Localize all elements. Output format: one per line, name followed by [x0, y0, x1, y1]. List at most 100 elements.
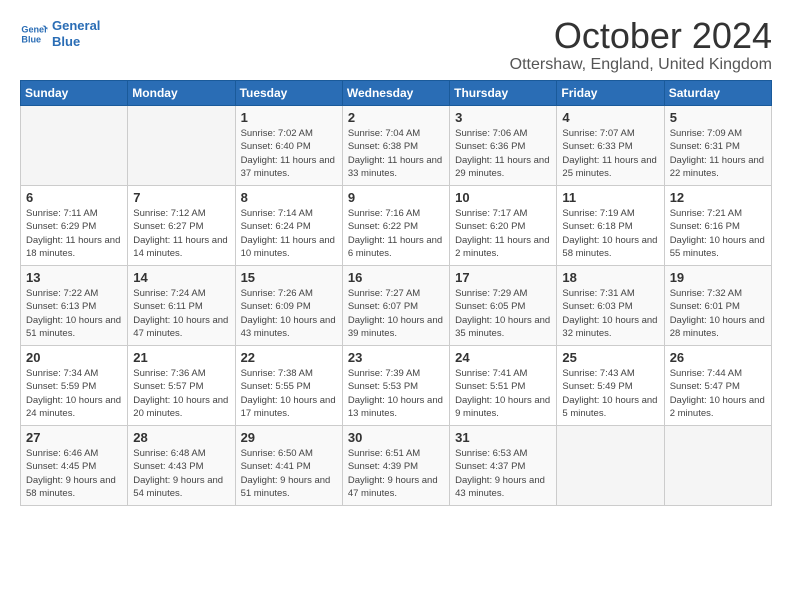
title-block: October 2024 Ottershaw, England, United … [510, 18, 772, 74]
calendar-cell [128, 106, 235, 186]
day-number: 7 [133, 190, 229, 205]
day-number: 12 [670, 190, 766, 205]
page: General Blue General Blue October 2024 O… [0, 0, 792, 516]
cell-info: Sunrise: 7:07 AMSunset: 6:33 PMDaylight:… [562, 127, 658, 180]
calendar-cell: 17 Sunrise: 7:29 AMSunset: 6:05 PMDayligh… [450, 266, 557, 346]
cell-info: Sunrise: 7:21 AMSunset: 6:16 PMDaylight:… [670, 207, 766, 260]
cell-info: Sunrise: 7:34 AMSunset: 5:59 PMDaylight:… [26, 367, 122, 420]
calendar-cell: 20 Sunrise: 7:34 AMSunset: 5:59 PMDayligh… [21, 346, 128, 426]
cell-info: Sunrise: 7:17 AMSunset: 6:20 PMDaylight:… [455, 207, 551, 260]
calendar-cell: 25Sunrise: 7:43 AMSunset: 5:49 PMDayligh… [557, 346, 664, 426]
calendar-cell: 1Sunrise: 7:02 AMSunset: 6:40 PMDaylight… [235, 106, 342, 186]
calendar-cell: 21Sunrise: 7:36 AMSunset: 5:57 PMDayligh… [128, 346, 235, 426]
day-number: 1 [241, 110, 337, 125]
day-number: 14 [133, 270, 229, 285]
cell-info: Sunrise: 6:51 AMSunset: 4:39 PMDaylight:… [348, 447, 444, 500]
calendar-cell: 7 Sunrise: 7:12 AMSunset: 6:27 PMDaylight… [128, 186, 235, 266]
calendar-cell: 30 Sunrise: 6:51 AMSunset: 4:39 PMDayligh… [342, 426, 449, 506]
day-number: 21 [133, 350, 229, 365]
calendar-cell: 22 Sunrise: 7:38 AMSunset: 5:55 PMDayligh… [235, 346, 342, 426]
calendar-cell: 4 Sunrise: 7:07 AMSunset: 6:33 PMDaylight… [557, 106, 664, 186]
day-number: 8 [241, 190, 337, 205]
calendar-cell: 15 Sunrise: 7:26 AMSunset: 6:09 PMDayligh… [235, 266, 342, 346]
calendar-cell: 2 Sunrise: 7:04 AMSunset: 6:38 PMDaylight… [342, 106, 449, 186]
calendar-cell: 24 Sunrise: 7:41 AMSunset: 5:51 PMDayligh… [450, 346, 557, 426]
week-row-2: 6Sunrise: 7:11 AMSunset: 6:29 PMDaylight… [21, 186, 772, 266]
column-header-friday: Friday [557, 81, 664, 106]
logo: General Blue General Blue [20, 18, 100, 49]
cell-info: Sunrise: 7:26 AMSunset: 6:09 PMDaylight:… [241, 287, 337, 340]
calendar-cell: 19 Sunrise: 7:32 AMSunset: 6:01 PMDayligh… [664, 266, 771, 346]
cell-info: Sunrise: 6:53 AMSunset: 4:37 PMDaylight:… [455, 447, 551, 500]
calendar-cell: 3 Sunrise: 7:06 AMSunset: 6:36 PMDaylight… [450, 106, 557, 186]
cell-info: Sunrise: 7:38 AMSunset: 5:55 PMDaylight:… [241, 367, 337, 420]
cell-info: Sunrise: 7:09 AMSunset: 6:31 PMDaylight:… [670, 127, 766, 180]
cell-info: Sunrise: 6:48 AMSunset: 4:43 PMDaylight:… [133, 447, 229, 500]
calendar-cell: 23 Sunrise: 7:39 AMSunset: 5:53 PMDayligh… [342, 346, 449, 426]
column-header-sunday: Sunday [21, 81, 128, 106]
column-header-thursday: Thursday [450, 81, 557, 106]
day-number: 18 [562, 270, 658, 285]
day-number: 15 [241, 270, 337, 285]
day-number: 2 [348, 110, 444, 125]
calendar-cell: 14 Sunrise: 7:24 AMSunset: 6:11 PMDayligh… [128, 266, 235, 346]
column-header-monday: Monday [128, 81, 235, 106]
calendar-cell: 28Sunrise: 6:48 AMSunset: 4:43 PMDayligh… [128, 426, 235, 506]
column-header-wednesday: Wednesday [342, 81, 449, 106]
week-row-4: 20 Sunrise: 7:34 AMSunset: 5:59 PMDayligh… [21, 346, 772, 426]
cell-info: Sunrise: 7:27 AMSunset: 6:07 PMDaylight:… [348, 287, 444, 340]
calendar-cell [664, 426, 771, 506]
day-number: 27 [26, 430, 122, 445]
cell-info: Sunrise: 7:22 AMSunset: 6:13 PMDaylight:… [26, 287, 122, 340]
day-number: 5 [670, 110, 766, 125]
cell-info: Sunrise: 7:29 AMSunset: 6:05 PMDaylight:… [455, 287, 551, 340]
calendar-cell: 10 Sunrise: 7:17 AMSunset: 6:20 PMDayligh… [450, 186, 557, 266]
calendar-cell: 16Sunrise: 7:27 AMSunset: 6:07 PMDayligh… [342, 266, 449, 346]
calendar-cell: 29Sunrise: 6:50 AMSunset: 4:41 PMDayligh… [235, 426, 342, 506]
location-title: Ottershaw, England, United Kingdom [510, 56, 772, 74]
cell-info: Sunrise: 7:41 AMSunset: 5:51 PMDaylight:… [455, 367, 551, 420]
day-number: 20 [26, 350, 122, 365]
day-number: 23 [348, 350, 444, 365]
day-number: 11 [562, 190, 658, 205]
day-number: 9 [348, 190, 444, 205]
week-row-1: 1Sunrise: 7:02 AMSunset: 6:40 PMDaylight… [21, 106, 772, 186]
day-number: 22 [241, 350, 337, 365]
cell-info: Sunrise: 7:19 AMSunset: 6:18 PMDaylight:… [562, 207, 658, 260]
cell-info: Sunrise: 7:43 AMSunset: 5:49 PMDaylight:… [562, 367, 658, 420]
day-number: 13 [26, 270, 122, 285]
cell-info: Sunrise: 7:14 AMSunset: 6:24 PMDaylight:… [241, 207, 337, 260]
day-number: 24 [455, 350, 551, 365]
calendar-cell: 6Sunrise: 7:11 AMSunset: 6:29 PMDaylight… [21, 186, 128, 266]
cell-info: Sunrise: 7:12 AMSunset: 6:27 PMDaylight:… [133, 207, 229, 260]
day-number: 19 [670, 270, 766, 285]
calendar-cell: 8 Sunrise: 7:14 AMSunset: 6:24 PMDaylight… [235, 186, 342, 266]
day-number: 4 [562, 110, 658, 125]
cell-info: Sunrise: 7:16 AMSunset: 6:22 PMDaylight:… [348, 207, 444, 260]
day-number: 31 [455, 430, 551, 445]
day-number: 26 [670, 350, 766, 365]
day-number: 17 [455, 270, 551, 285]
calendar-cell: 12 Sunrise: 7:21 AMSunset: 6:16 PMDayligh… [664, 186, 771, 266]
cell-info: Sunrise: 7:04 AMSunset: 6:38 PMDaylight:… [348, 127, 444, 180]
cell-info: Sunrise: 7:06 AMSunset: 6:36 PMDaylight:… [455, 127, 551, 180]
calendar-cell [21, 106, 128, 186]
header-row: SundayMondayTuesdayWednesdayThursdayFrid… [21, 81, 772, 106]
day-number: 10 [455, 190, 551, 205]
logo-icon: General Blue [20, 20, 48, 48]
calendar-cell: 18Sunrise: 7:31 AMSunset: 6:03 PMDayligh… [557, 266, 664, 346]
day-number: 30 [348, 430, 444, 445]
calendar-cell: 13 Sunrise: 7:22 AMSunset: 6:13 PMDayligh… [21, 266, 128, 346]
cell-info: Sunrise: 7:32 AMSunset: 6:01 PMDaylight:… [670, 287, 766, 340]
column-header-saturday: Saturday [664, 81, 771, 106]
logo-text: General Blue [52, 18, 100, 49]
column-header-tuesday: Tuesday [235, 81, 342, 106]
calendar-table: SundayMondayTuesdayWednesdayThursdayFrid… [20, 80, 772, 506]
cell-info: Sunrise: 7:44 AMSunset: 5:47 PMDaylight:… [670, 367, 766, 420]
cell-info: Sunrise: 7:11 AMSunset: 6:29 PMDaylight:… [26, 207, 122, 260]
calendar-cell: 26 Sunrise: 7:44 AMSunset: 5:47 PMDayligh… [664, 346, 771, 426]
calendar-cell: 9 Sunrise: 7:16 AMSunset: 6:22 PMDaylight… [342, 186, 449, 266]
day-number: 3 [455, 110, 551, 125]
cell-info: Sunrise: 7:24 AMSunset: 6:11 PMDaylight:… [133, 287, 229, 340]
cell-info: Sunrise: 7:39 AMSunset: 5:53 PMDaylight:… [348, 367, 444, 420]
